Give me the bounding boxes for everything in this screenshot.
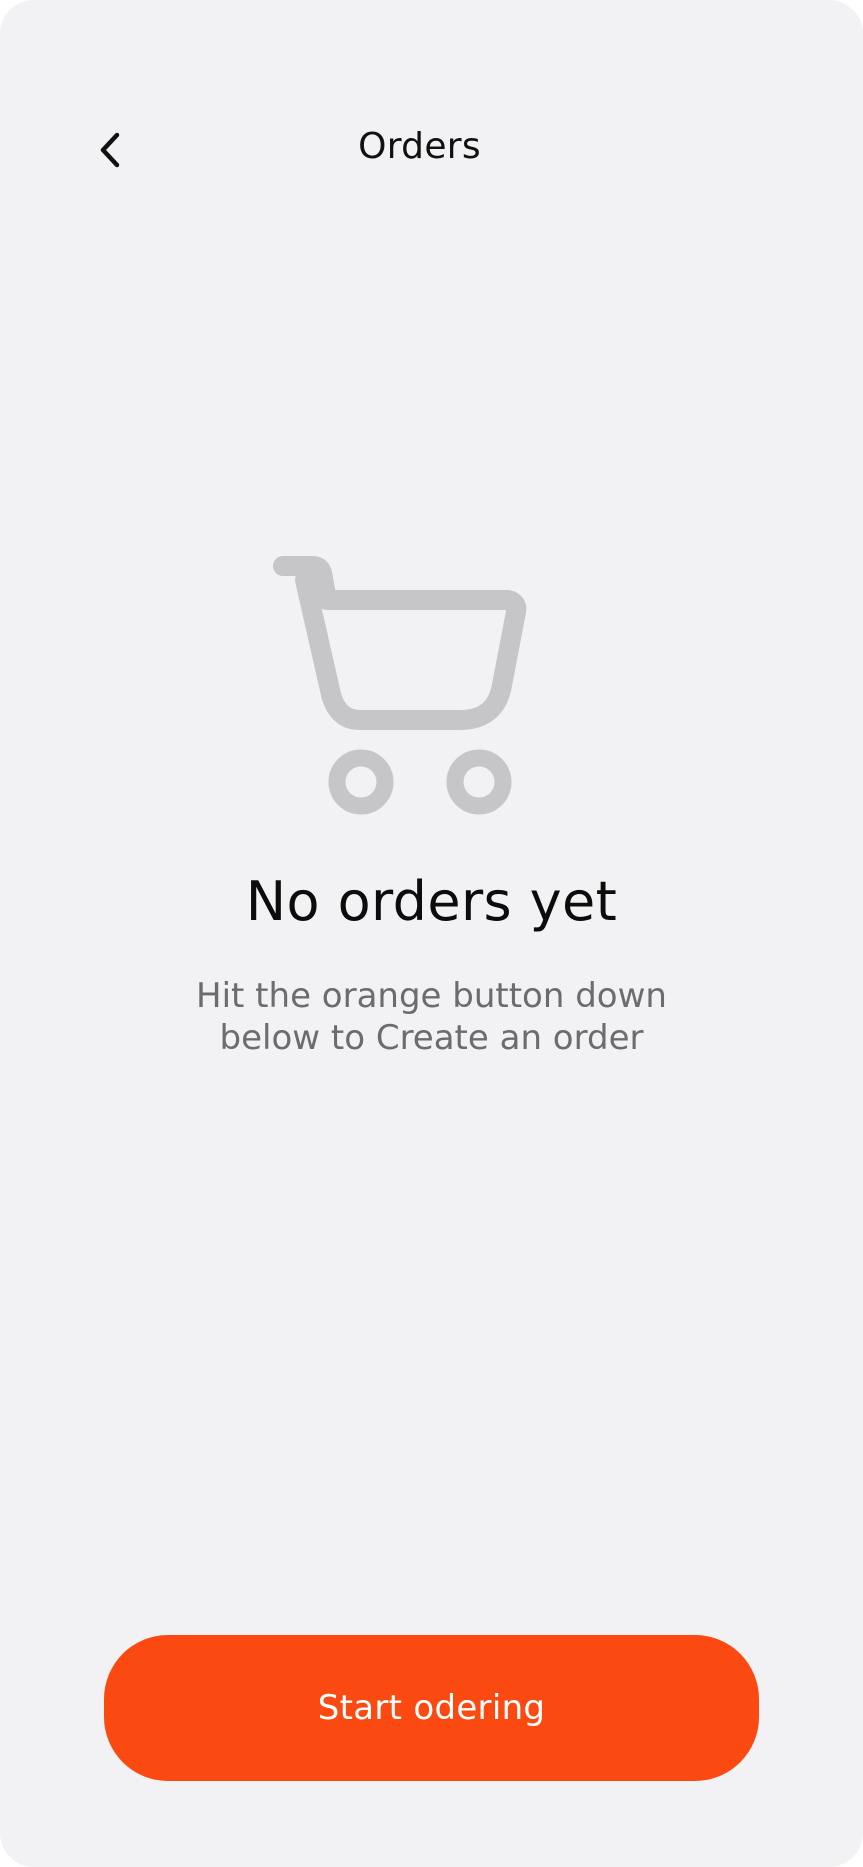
start-ordering-button[interactable]: Start odering xyxy=(104,1635,759,1781)
shopping-cart-icon xyxy=(273,556,527,815)
header-bar: Orders xyxy=(0,110,863,190)
page-title: Orders xyxy=(358,126,481,167)
empty-state-subtitle: Hit the orange button down below to Crea… xyxy=(196,976,667,1058)
start-ordering-label: Start odering xyxy=(317,1688,546,1728)
empty-state-title: No orders yet xyxy=(245,870,618,933)
orders-screen: Orders No orders yet Hit the orange butt… xyxy=(0,0,863,1867)
